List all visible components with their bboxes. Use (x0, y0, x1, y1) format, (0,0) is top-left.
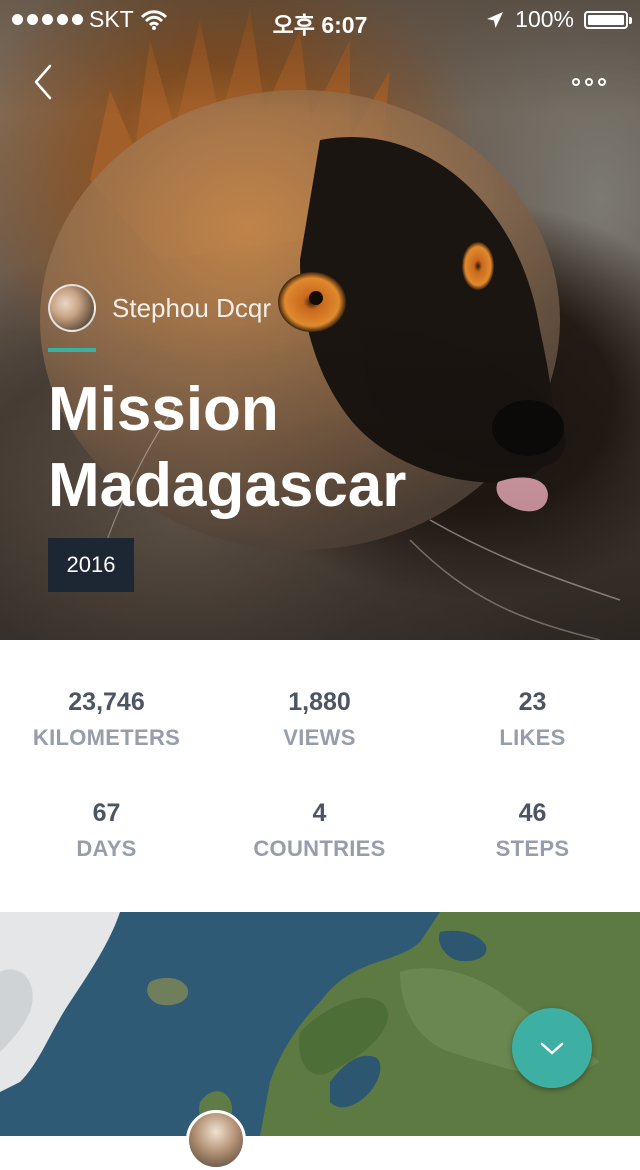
trip-title-line1: Mission (48, 375, 279, 444)
stat-kilometers: 23,746 KILOMETERS (0, 688, 213, 751)
battery-percent: 100% (515, 6, 574, 32)
stat-label: DAYS (76, 836, 137, 861)
stat-label: KILOMETERS (32, 725, 181, 750)
accent-divider (48, 348, 96, 352)
trip-title: Mission Madagascar (48, 372, 608, 524)
stat-value: 46 (518, 799, 547, 827)
stat-value: 23,746 (68, 688, 145, 716)
stat-label: COUNTRIES (253, 836, 386, 861)
status-right: 100% (485, 6, 632, 33)
year-badge: 2016 (48, 538, 134, 592)
chevron-left-icon (34, 64, 52, 100)
location-arrow-icon (487, 11, 504, 28)
stat-value: 4 (312, 799, 327, 827)
stat-value: 23 (518, 688, 547, 716)
stat-likes[interactable]: 23 LIKES (426, 688, 639, 751)
author-avatar[interactable] (48, 284, 96, 332)
status-bar: SKT 오후 6:07 100% (0, 0, 640, 40)
stat-value: 67 (92, 799, 121, 827)
author-name[interactable]: Stephou Dcqr (112, 293, 271, 324)
stat-days: 67 DAYS (0, 799, 213, 862)
back-button[interactable] (28, 60, 58, 104)
stats-panel: 23,746 KILOMETERS 1,880 VIEWS 23 LIKES 6… (0, 640, 640, 912)
stat-countries: 4 COUNTRIES (213, 799, 426, 862)
stat-views: 1,880 VIEWS (213, 688, 426, 751)
author-row[interactable]: Stephou Dcqr (48, 284, 271, 332)
stat-label: VIEWS (283, 725, 356, 750)
chevron-down-icon (540, 1042, 564, 1055)
map-pin-avatar[interactable] (186, 1110, 246, 1170)
stat-value: 1,880 (288, 688, 351, 716)
stat-steps: 46 STEPS (426, 799, 639, 862)
more-options-button[interactable] (572, 70, 612, 94)
expand-down-button[interactable] (512, 1008, 592, 1088)
more-horizontal-icon (572, 78, 580, 86)
stat-label: STEPS (495, 836, 570, 861)
trip-title-line2: Madagascar (48, 451, 407, 520)
stat-label: LIKES (499, 725, 566, 750)
battery-icon (584, 10, 632, 29)
